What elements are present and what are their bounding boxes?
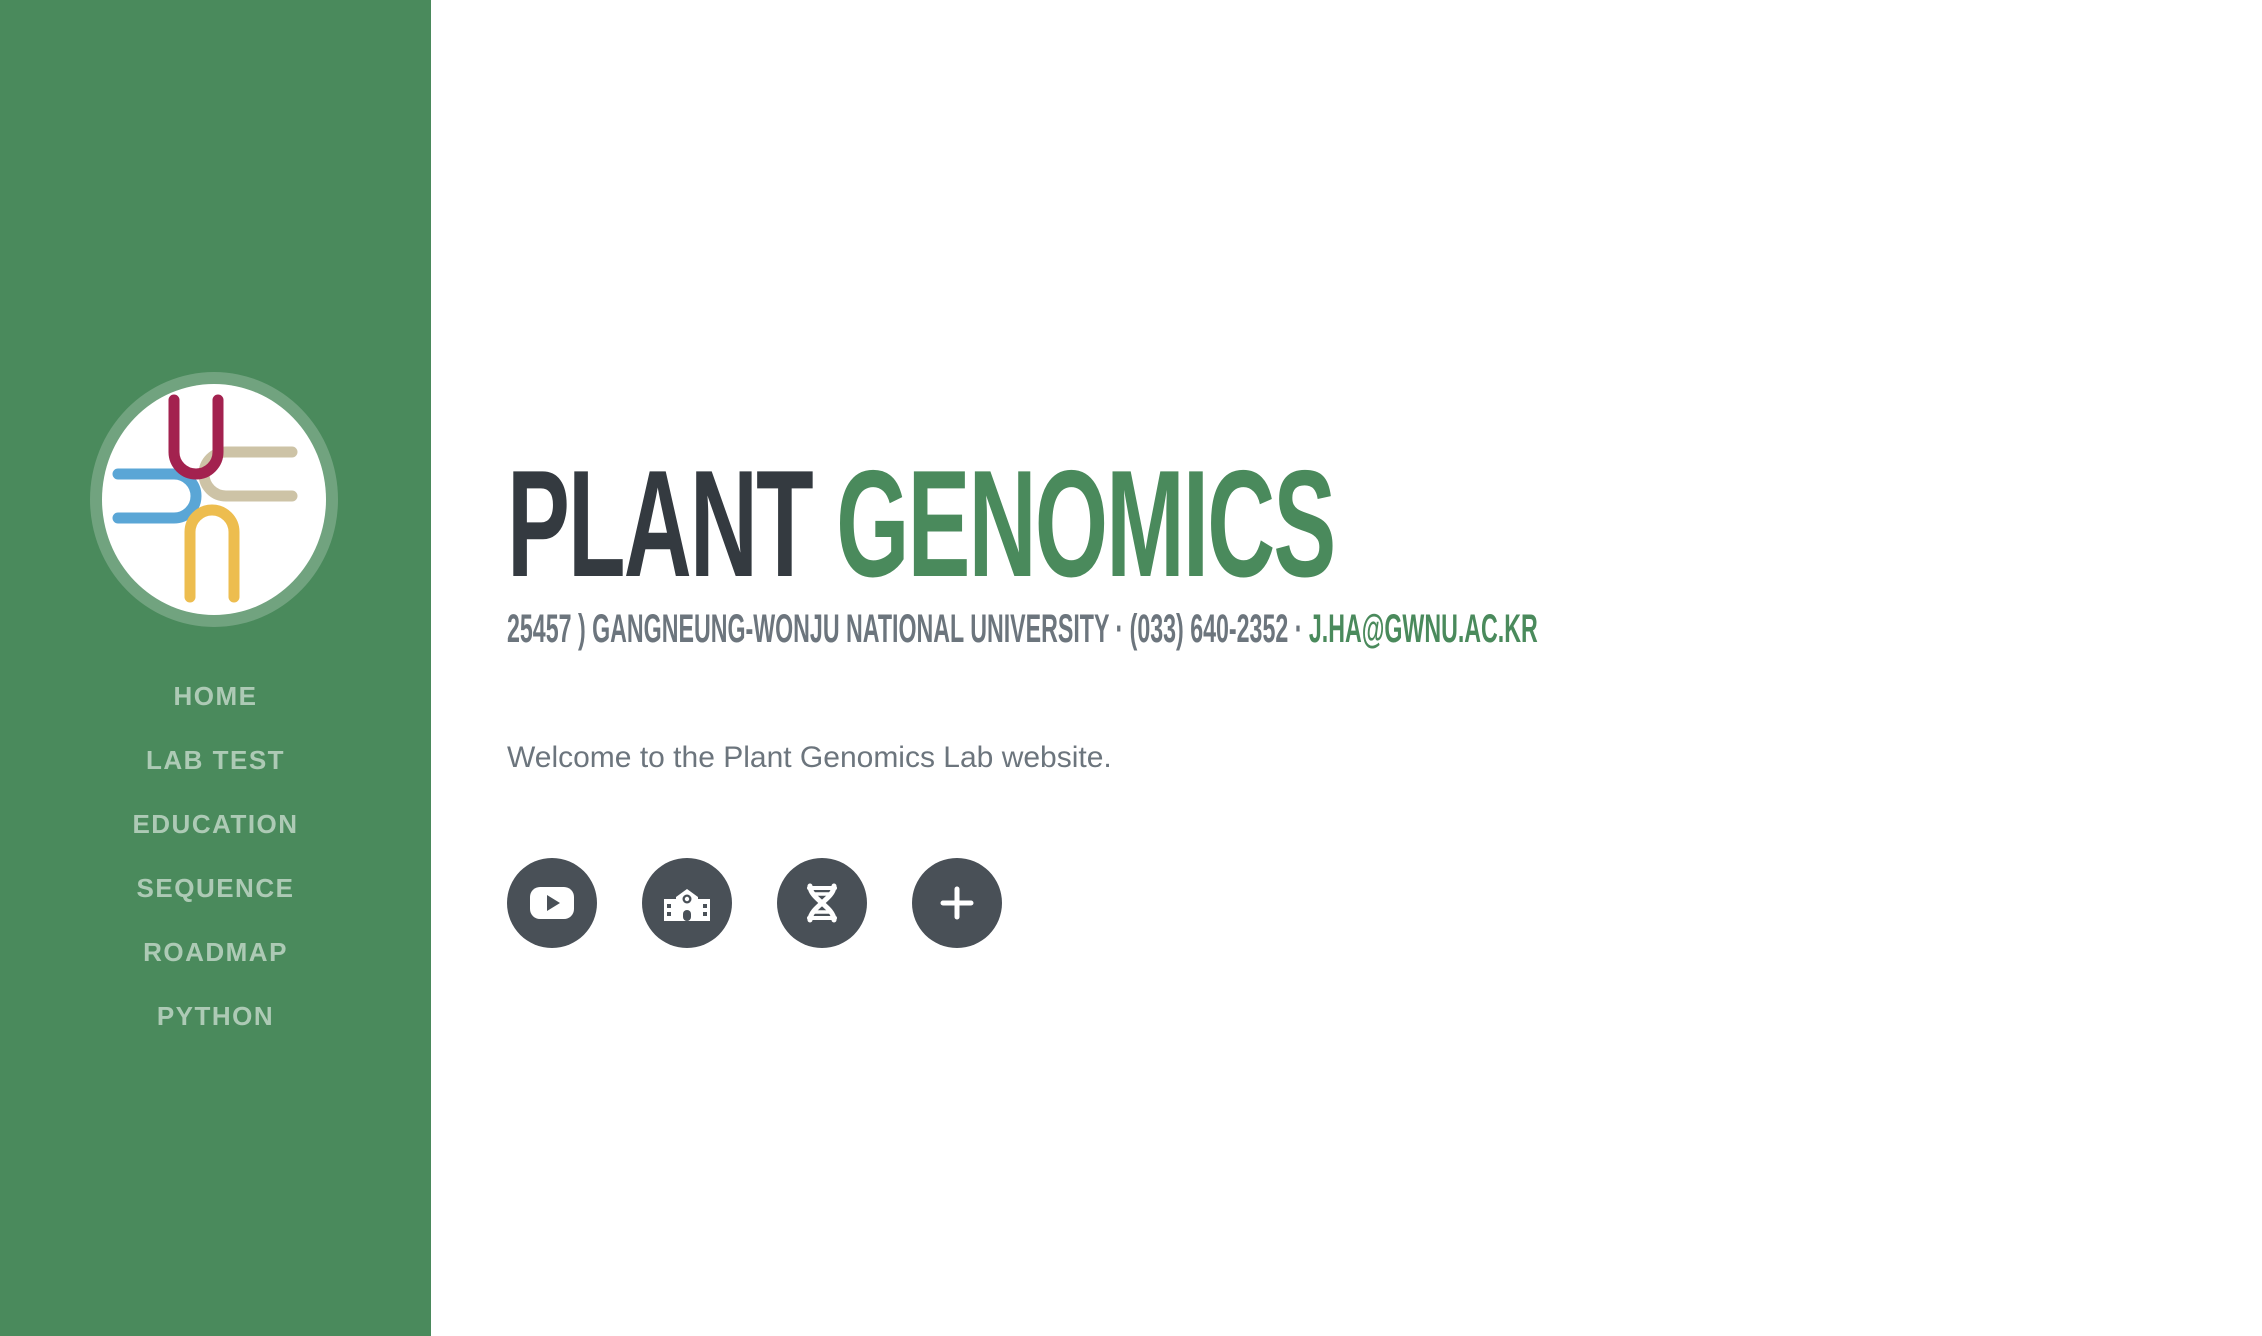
contact-subheading: 25457 ) GANGNEUNG-WONJU NATIONAL UNIVERS… (507, 609, 2262, 649)
contact-subheading-inner: 25457 ) GANGNEUNG-WONJU NATIONAL UNIVERS… (507, 609, 1538, 649)
email-link[interactable]: J.HA@GWNU.AC.KR (1309, 607, 1538, 651)
sidebar-nav: HOME LAB TEST EDUCATION SEQUENCE ROADMAP… (0, 664, 431, 1048)
title-part-genomics: GENOMICS (836, 439, 1336, 609)
page: HOME LAB TEST EDUCATION SEQUENCE ROADMAP… (0, 0, 2262, 1336)
school-icon (664, 889, 710, 921)
title-part-plant: PLANT (507, 439, 814, 609)
welcome-text: Welcome to the Plant Genomics Lab websit… (507, 741, 1112, 774)
plus-icon (940, 886, 974, 920)
page-title-inner: PLANT GENOMICS (507, 448, 1336, 600)
dna-button[interactable] (777, 858, 867, 948)
address-text: 25457 ) GANGNEUNG-WONJU NATIONAL UNIVERS… (507, 607, 1303, 651)
nav-item-python[interactable]: PYTHON (0, 984, 431, 1048)
school-button[interactable] (642, 858, 732, 948)
nav-item-sequence[interactable]: SEQUENCE (0, 856, 431, 920)
main-content: PLANT GENOMICS 25457 ) GANGNEUNG-WONJU N… (431, 0, 2262, 1336)
plus-button[interactable] (912, 858, 1002, 948)
nav-item-roadmap[interactable]: ROADMAP (0, 920, 431, 984)
lab-monogram-logo (102, 384, 326, 615)
social-icons (507, 858, 1002, 948)
youtube-icon (530, 887, 574, 919)
nav-item-lab-test[interactable]: LAB TEST (0, 728, 431, 792)
logo-frame[interactable] (90, 372, 338, 627)
nav-item-home[interactable]: HOME (0, 664, 431, 728)
youtube-button[interactable] (507, 858, 597, 948)
page-title: PLANT GENOMICS (507, 448, 1841, 600)
dna-icon (807, 883, 837, 923)
nav-item-education[interactable]: EDUCATION (0, 792, 431, 856)
sidebar: HOME LAB TEST EDUCATION SEQUENCE ROADMAP… (0, 0, 431, 1336)
